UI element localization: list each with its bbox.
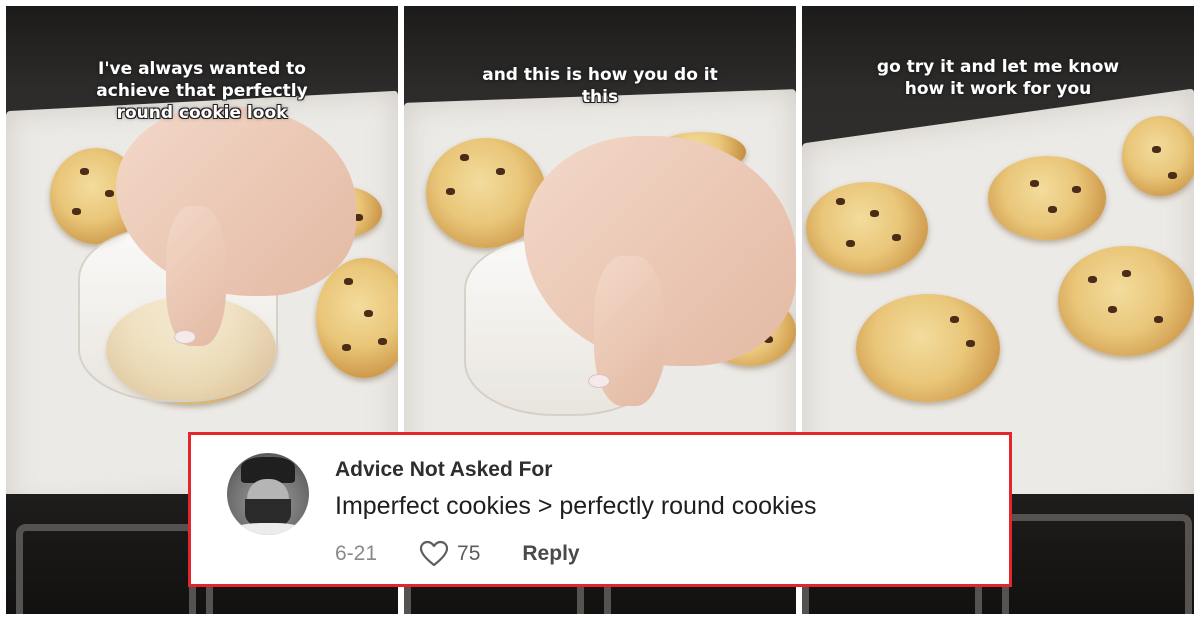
caption-line: I've always wanted to (98, 59, 306, 79)
cookie (1122, 116, 1194, 196)
comment-text: Imperfect cookies > perfectly round cook… (335, 492, 817, 520)
comment-date: 6-21 (335, 542, 378, 565)
reply-button[interactable]: Reply (522, 542, 579, 566)
finger (166, 206, 226, 346)
cookie (988, 156, 1106, 240)
cookie (856, 294, 1000, 402)
caption-line: go try it and let me know (876, 57, 1120, 77)
video-caption: I've always wanted to achieve that perfe… (6, 58, 398, 124)
comment-meta: 6-21 75 Reply (335, 539, 580, 569)
comment-username[interactable]: Advice Not Asked For (335, 458, 552, 482)
caption-line: how it work for you (904, 79, 1092, 99)
caption-line: round cookie look (116, 103, 288, 123)
like-count: 75 (457, 542, 481, 565)
fingernail (588, 374, 610, 388)
caption-line: and this is how you do it (482, 65, 718, 85)
comment-card: Advice Not Asked For Imperfect cookies >… (188, 432, 1012, 587)
caption-line: this (581, 87, 619, 107)
video-caption: and this is how you do it this (404, 64, 796, 108)
cookie (806, 182, 928, 274)
cookie (1058, 246, 1194, 356)
video-caption: go try it and let me know how it work fo… (802, 56, 1194, 100)
avatar[interactable] (227, 453, 309, 535)
fingernail (174, 330, 196, 344)
caption-line: achieve that perfectly (96, 81, 308, 101)
heart-outline-icon[interactable] (419, 540, 449, 568)
